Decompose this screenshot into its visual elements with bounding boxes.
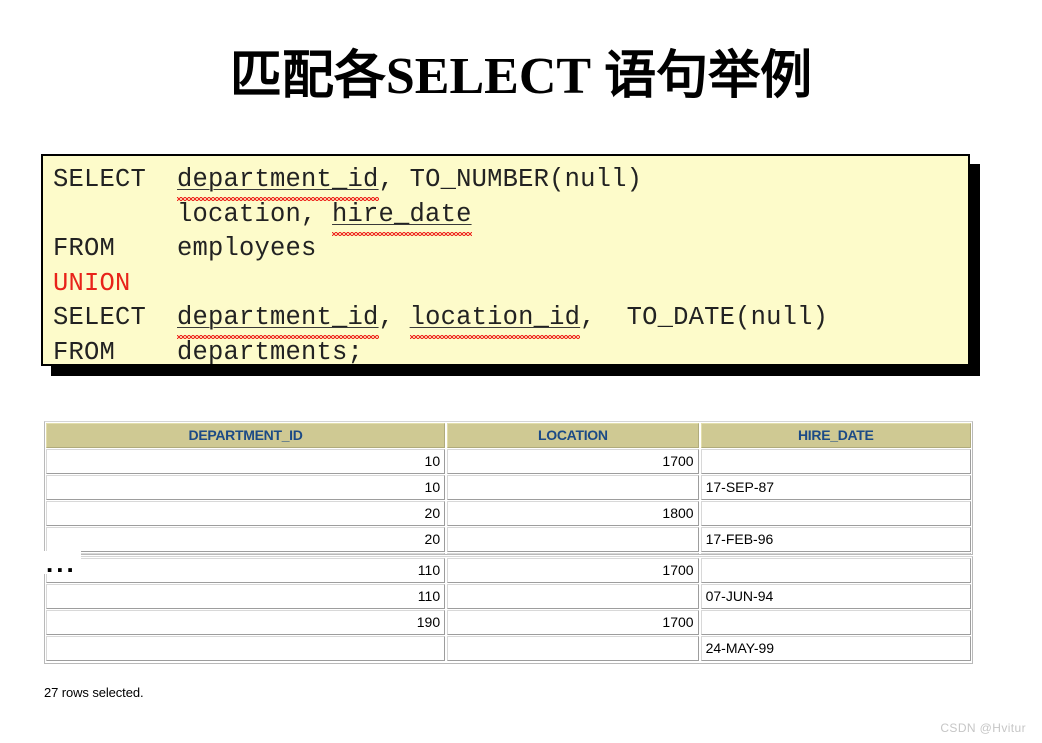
code-line: SELECT department_id, location_id, TO_DA…	[53, 301, 828, 336]
table-row[interactable]	[46, 553, 971, 554]
table-cell[interactable]	[700, 610, 971, 635]
table-cell[interactable]	[700, 553, 971, 554]
page-title-keyword: SELECT	[385, 48, 592, 105]
result-rows-bottom: 110 1700 110 07-JUN-94 190 1700 24-MAY-99	[46, 558, 971, 661]
code-token: , TO_DATE(null)	[580, 303, 829, 332]
table-cell[interactable]	[46, 553, 446, 554]
table-row[interactable]: 20 1800	[46, 501, 971, 526]
table-cell[interactable]	[447, 584, 699, 609]
table-cell[interactable]: 17-SEP-87	[700, 475, 971, 500]
query-result-area: DEPARTMENT_ID LOCATION HIRE_DATE 10 1700 1…	[44, 421, 973, 664]
code-token: , TO_NUMBER(null)	[378, 165, 643, 194]
code-identifier-misspelled: department_id	[177, 165, 379, 194]
table-cell[interactable]: 07-JUN-94	[700, 584, 971, 609]
page-title: 匹配各SELECT 语句举例	[0, 46, 1042, 108]
code-line: FROM departments;	[53, 336, 828, 366]
watermark: CSDN @Hvitur	[940, 721, 1026, 735]
table-cell[interactable]: 110	[46, 584, 446, 609]
result-grid-top[interactable]: DEPARTMENT_ID LOCATION HIRE_DATE 10 1700 1…	[44, 421, 973, 555]
sql-code-text: SELECT department_id, TO_NUMBER(null) lo…	[53, 163, 828, 366]
table-row[interactable]: 110 07-JUN-94	[46, 584, 971, 609]
page-title-prefix: 匹配各	[229, 48, 386, 105]
table-cell[interactable]: 1700	[447, 558, 699, 583]
code-token: ,	[378, 303, 410, 332]
table-row[interactable]: 10 17-SEP-87	[46, 475, 971, 500]
rows-selected-status: 27 rows selected.	[44, 685, 144, 700]
code-line: FROM employees	[53, 232, 828, 267]
table-cell[interactable]: 110	[46, 558, 446, 583]
table-cell[interactable]	[700, 501, 971, 526]
table-row[interactable]: 10 1700	[46, 449, 971, 474]
result-rows-top: 10 1700 10 17-SEP-87 20 1800 20 17-FEB-96	[46, 449, 971, 554]
page-title-suffix: 语句举例	[591, 48, 813, 105]
table-cell[interactable]: 10	[46, 475, 446, 500]
code-line: SELECT department_id, TO_NUMBER(null)	[53, 163, 828, 198]
table-cell[interactable]	[700, 558, 971, 583]
table-cell[interactable]: 24-MAY-99	[700, 636, 971, 661]
code-keyword-union: UNION	[53, 268, 131, 298]
table-cell[interactable]: 20	[46, 527, 446, 552]
table-row[interactable]: 20 17-FEB-96	[46, 527, 971, 552]
table-header-row: DEPARTMENT_ID LOCATION HIRE_DATE	[46, 423, 971, 448]
table-cell[interactable]	[700, 449, 971, 474]
code-token: FROM employees	[53, 234, 317, 263]
column-header-department-id[interactable]: DEPARTMENT_ID	[46, 423, 446, 448]
code-token: FROM departments;	[53, 337, 364, 366]
table-row[interactable]: 110 1700	[46, 558, 971, 583]
code-line: location, hire_date	[53, 198, 828, 233]
table-cell[interactable]: 1800	[447, 501, 699, 526]
table-cell[interactable]	[447, 527, 699, 552]
table-cell[interactable]	[46, 636, 446, 661]
table-row[interactable]: 190 1700	[46, 610, 971, 635]
rows-truncation-ellipsis: ...	[44, 550, 81, 576]
code-line: UNION	[53, 267, 828, 302]
result-grid-bottom[interactable]: 110 1700 110 07-JUN-94 190 1700 24-MAY-99	[44, 556, 973, 664]
table-cell[interactable]: 20	[46, 501, 446, 526]
column-header-hire-date[interactable]: HIRE_DATE	[700, 423, 971, 448]
table-cell[interactable]: 1700	[447, 449, 699, 474]
table-cell[interactable]: 17-FEB-96	[700, 527, 971, 552]
table-cell[interactable]	[447, 475, 699, 500]
table-cell[interactable]: 10	[46, 449, 446, 474]
sql-code-block: SELECT department_id, TO_NUMBER(null) lo…	[41, 154, 970, 366]
table-cell[interactable]	[447, 636, 699, 661]
table-cell[interactable]	[447, 553, 699, 554]
table-row[interactable]: 24-MAY-99	[46, 636, 971, 661]
code-token: SELECT	[53, 165, 178, 194]
code-token: location,	[53, 199, 333, 229]
table-cell[interactable]: 1700	[447, 610, 699, 635]
column-header-location[interactable]: LOCATION	[447, 423, 699, 448]
table-cell[interactable]: 190	[46, 610, 446, 635]
code-identifier-misspelled: department_id	[177, 303, 379, 332]
code-token: SELECT	[53, 303, 178, 332]
code-identifier-misspelled: location_id	[409, 303, 581, 332]
code-identifier-misspelled: hire_date	[332, 199, 472, 229]
